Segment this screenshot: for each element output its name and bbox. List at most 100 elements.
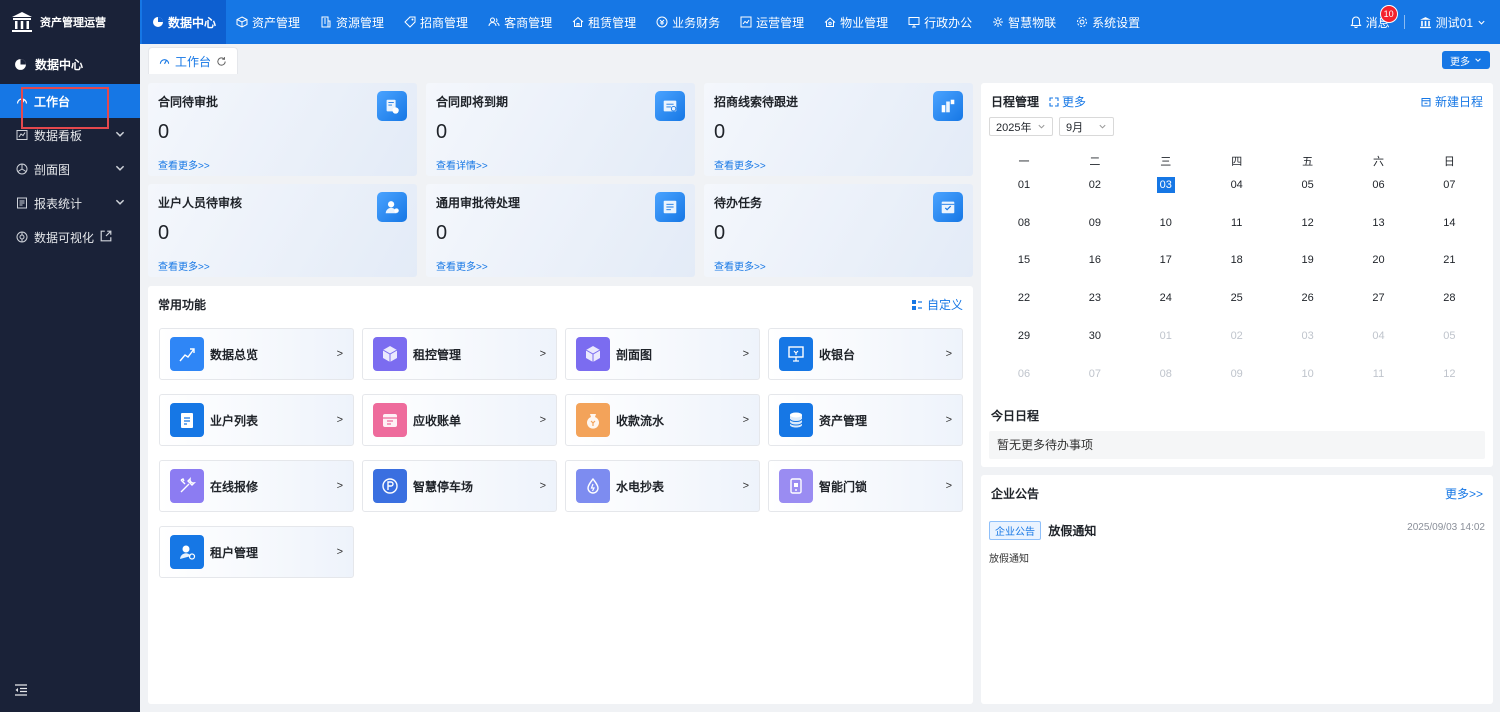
calendar-day[interactable]: 02 [1202,327,1272,345]
calendar-day[interactable]: 23 [1060,289,1130,307]
function-item-11[interactable]: 智能门锁 > [768,460,963,512]
calendar-day[interactable]: 25 [1202,289,1272,307]
calendar-day[interactable]: 20 [1344,251,1414,269]
calendar-day[interactable]: 14 [1414,214,1484,232]
stat-card-link[interactable]: 查看更多>> [158,258,210,273]
sidebar-item-label: 剖面图 [34,162,71,177]
calendar-day[interactable]: 21 [1414,251,1484,269]
calendar-day[interactable]: 12 [1273,214,1343,232]
gear-icon [1076,16,1088,28]
calendar-day[interactable]: 01 [1131,327,1201,345]
calendar-day[interactable]: 05 [1414,327,1484,345]
calendar-day[interactable]: 11 [1202,214,1272,232]
stat-card-0: 合同待审批 0 查看更多>> [148,83,417,176]
sidebar-item-4[interactable]: 数据可视化 [0,220,140,254]
calendar-day[interactable]: 07 [1060,365,1130,383]
stat-card-link[interactable]: 查看更多>> [436,258,488,273]
calendar-day[interactable]: 30 [1060,327,1130,345]
calendar-day[interactable]: 03 [1273,327,1343,345]
calendar-day-number: 01 [1017,179,1031,191]
calendar-day[interactable]: 16 [1060,251,1130,269]
topnav-item-1[interactable]: 资产管理 [226,0,310,44]
calendar-day[interactable]: 27 [1344,289,1414,307]
sidebar-item-3[interactable]: 报表统计 [0,186,140,220]
topnav-item-5[interactable]: 租赁管理 [562,0,646,44]
sidebar-item-2[interactable]: 剖面图 [0,152,140,186]
calendar-day[interactable]: 09 [1202,365,1272,383]
calendar-day[interactable]: 26 [1273,289,1343,307]
messages-button[interactable]: 消息 10 [1350,4,1398,31]
calendar-day[interactable]: 08 [1131,365,1201,383]
calendar-day[interactable]: 01 [989,176,1059,194]
function-item-9[interactable]: 智慧停车场 > [362,460,557,512]
function-item-3[interactable]: 收银台 > [768,328,963,380]
today-schedule-title: 今日日程 [991,409,1040,423]
calendar-day[interactable]: 02 [1060,176,1130,194]
announcement-item[interactable]: 企业公告 放假通知 2025/09/03 14:02 [989,521,1485,540]
calendar-day[interactable]: 18 [1202,251,1272,269]
calendar-day[interactable]: 05 [1273,176,1343,194]
stat-card-link[interactable]: 查看更多>> [158,157,210,172]
function-item-2[interactable]: 剖面图 > [565,328,760,380]
topnav-item-9[interactable]: 行政办公 [898,0,982,44]
calendar-day-today[interactable]: 03 [1131,176,1201,194]
function-item-8[interactable]: 在线报修 > [159,460,354,512]
year-select[interactable]: 2025年 [989,117,1053,136]
function-item-1[interactable]: 租控管理 > [362,328,557,380]
calendar-day[interactable]: 12 [1414,365,1484,383]
calendar-day[interactable]: 19 [1273,251,1343,269]
collapse-sidebar-button[interactable] [14,683,28,700]
topnav-item-4[interactable]: 客商管理 [478,0,562,44]
topnav-item-3[interactable]: 招商管理 [394,0,478,44]
calendar-day[interactable]: 06 [1344,176,1414,194]
topnav-item-2[interactable]: 资源管理 [310,0,394,44]
function-item-4[interactable]: 业户列表 > [159,394,354,446]
function-item-0[interactable]: 数据总览 > [159,328,354,380]
calendar-day[interactable]: 10 [1131,214,1201,232]
month-select[interactable]: 9月 [1059,117,1114,136]
money-bag-icon [576,403,610,437]
calendar-day[interactable]: 29 [989,327,1059,345]
calendar-day-number: 30 [1088,329,1102,342]
calendar-day[interactable]: 06 [989,365,1059,383]
stat-card-title: 招商线索待跟进 [714,95,799,109]
calendar-day[interactable]: 11 [1344,365,1414,383]
tabs-more-button[interactable]: 更多 [1442,51,1490,69]
function-item-10[interactable]: 水电抄表 > [565,460,760,512]
calendar-day[interactable]: 04 [1344,327,1414,345]
calendar-day-number: 27 [1372,292,1385,305]
topnav-label: 智慧物联 [1008,15,1057,30]
calendar-day[interactable]: 09 [1060,214,1130,232]
function-item-5[interactable]: 应收账单 > [362,394,557,446]
topnav-item-0[interactable]: 数据中心 [142,0,227,44]
function-item-12[interactable]: 租户管理 > [159,526,354,578]
calendar-day[interactable]: 07 [1414,176,1484,194]
calendar-day[interactable]: 04 [1202,176,1272,194]
refresh-icon[interactable] [216,56,227,67]
topnav-item-6[interactable]: 业务财务 [646,0,730,44]
tab-workbench[interactable]: 工作台 [148,47,239,74]
stat-card-link[interactable]: 查看更多>> [714,157,766,172]
function-item-6[interactable]: 收款流水 > [565,394,760,446]
topnav-item-7[interactable]: 运营管理 [730,0,814,44]
calendar-day[interactable]: 22 [989,289,1059,307]
user-menu[interactable]: 测试01 [1419,14,1486,31]
calendar-day[interactable]: 13 [1344,214,1414,232]
schedule-more-link[interactable]: 更多 [1049,93,1086,110]
stat-card-link[interactable]: 查看更多>> [714,258,766,273]
customize-button[interactable]: 自定义 [911,296,963,313]
calendar-day[interactable]: 10 [1273,365,1343,383]
topnav-item-11[interactable]: 系统设置 [1066,0,1150,44]
topnav-item-8[interactable]: 物业管理 [814,0,898,44]
calendar-day[interactable]: 15 [989,251,1059,269]
function-item-7[interactable]: 资产管理 > [768,394,963,446]
stat-card-link[interactable]: 查看详情>> [436,157,488,172]
new-schedule-button[interactable]: 新建日程 [1421,93,1483,110]
calendar-day[interactable]: 24 [1131,289,1201,307]
calendar-day[interactable]: 17 [1131,251,1201,269]
announcements-more-link[interactable]: 更多>> [1445,485,1483,502]
calendar-day[interactable]: 08 [989,214,1059,232]
calendar-day[interactable]: 28 [1414,289,1484,307]
brand[interactable]: 资产管理运营 [0,0,140,44]
topnav-item-10[interactable]: 智慧物联 [982,0,1066,44]
